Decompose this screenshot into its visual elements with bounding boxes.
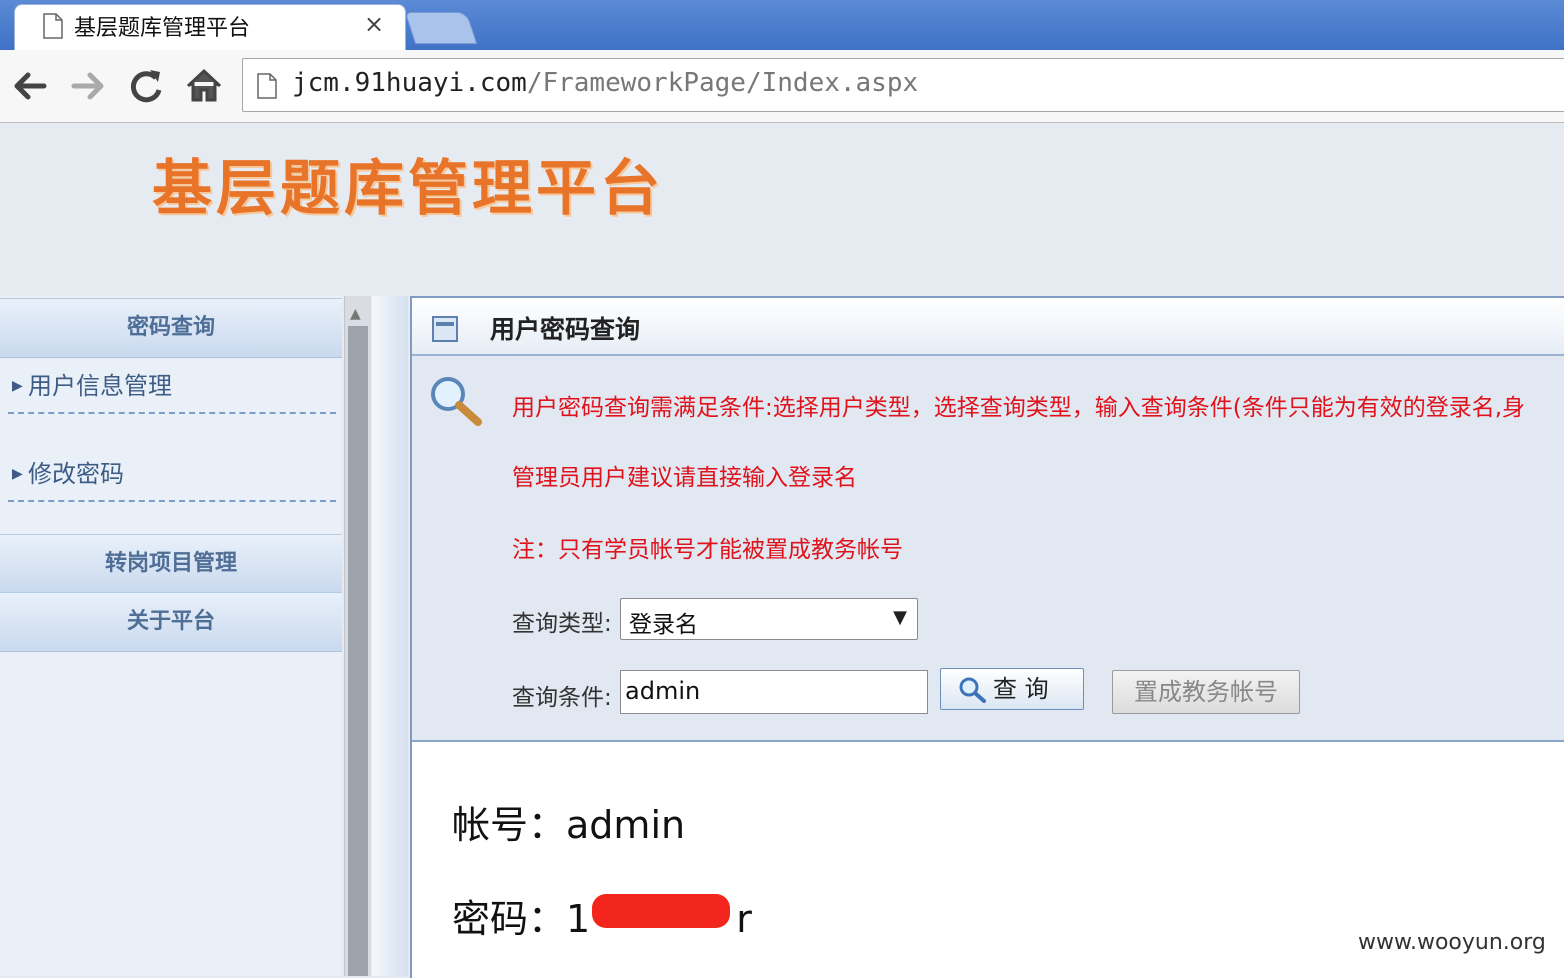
watermark: www.wooyun.org xyxy=(1358,930,1546,955)
notice-admin: 管理员用户建议请直接输入登录名 xyxy=(512,465,857,491)
query-button[interactable]: 查 询 xyxy=(940,668,1084,710)
window-icon xyxy=(432,316,458,342)
password-start: 1 xyxy=(566,897,591,941)
query-condition-input[interactable]: admin xyxy=(620,670,928,714)
back-icon[interactable] xyxy=(10,68,50,104)
caret-right-icon: ▶ xyxy=(12,466,23,482)
redaction-mark xyxy=(592,894,730,928)
site-logo: 基层题库管理平台 xyxy=(152,154,664,224)
page-icon xyxy=(43,13,63,39)
account-label: 帐号： xyxy=(452,803,567,847)
sidebar-section-transfer-projects[interactable]: 转岗项目管理 xyxy=(0,534,342,594)
sidebar-item-user-info[interactable]: ▶ 用户信息管理 xyxy=(8,358,336,414)
set-academic-account-button[interactable]: 置成教务帐号 xyxy=(1112,670,1300,714)
notice-conditions: 用户密码查询需满足条件:选择用户类型，选择查询类型，输入查询条件(条件只能为有效… xyxy=(512,395,1526,421)
notice-student-only: 注：只有学员帐号才能被置成教务帐号 xyxy=(512,537,903,563)
sidebar-item-change-password[interactable]: ▶ 修改密码 xyxy=(8,446,336,502)
tab-title: 基层题库管理平台 xyxy=(74,16,251,41)
page-icon xyxy=(257,73,277,99)
query-type-label: 查询类型: xyxy=(512,611,612,637)
dropdown-arrow-icon[interactable]: ▼ xyxy=(893,607,907,628)
frame-divider xyxy=(372,296,408,976)
sidebar-section-password-query[interactable]: 密码查询 xyxy=(0,298,342,358)
scrollbar-thumb[interactable] xyxy=(348,326,368,976)
url-path: /FrameworkPage/Index.aspx xyxy=(526,68,919,98)
panel-title: 用户密码查询 xyxy=(490,315,641,344)
search-icon xyxy=(959,677,986,703)
query-type-value: 登录名 xyxy=(629,612,698,638)
account-result: 帐号：admin xyxy=(452,794,685,849)
forward-icon[interactable] xyxy=(68,68,108,104)
sidebar-section-about[interactable]: 关于平台 xyxy=(0,592,342,652)
query-type-select[interactable]: 登录名 ▼ xyxy=(620,598,918,640)
account-value: admin xyxy=(566,803,686,847)
query-button-label: 查 询 xyxy=(993,675,1049,703)
reload-icon[interactable] xyxy=(126,66,166,106)
url-text[interactable]: jcm.91huayi.com/FrameworkPage/Index.aspx xyxy=(292,68,918,98)
scroll-up-arrow-icon[interactable]: ▲ xyxy=(350,306,361,322)
magnifier-icon xyxy=(431,377,482,426)
new-tab-button[interactable] xyxy=(404,12,478,44)
url-host: jcm.91huayi.com xyxy=(292,68,527,98)
caret-right-icon: ▶ xyxy=(12,378,23,394)
password-label: 密码： xyxy=(452,897,567,941)
password-end: r xyxy=(736,897,752,941)
home-icon[interactable] xyxy=(184,66,224,106)
query-condition-label: 查询条件: xyxy=(512,685,612,711)
sidebar-item-label: 修改密码 xyxy=(28,460,124,488)
close-tab-icon[interactable]: × xyxy=(364,10,384,38)
sidebar-item-label: 用户信息管理 xyxy=(28,372,172,400)
